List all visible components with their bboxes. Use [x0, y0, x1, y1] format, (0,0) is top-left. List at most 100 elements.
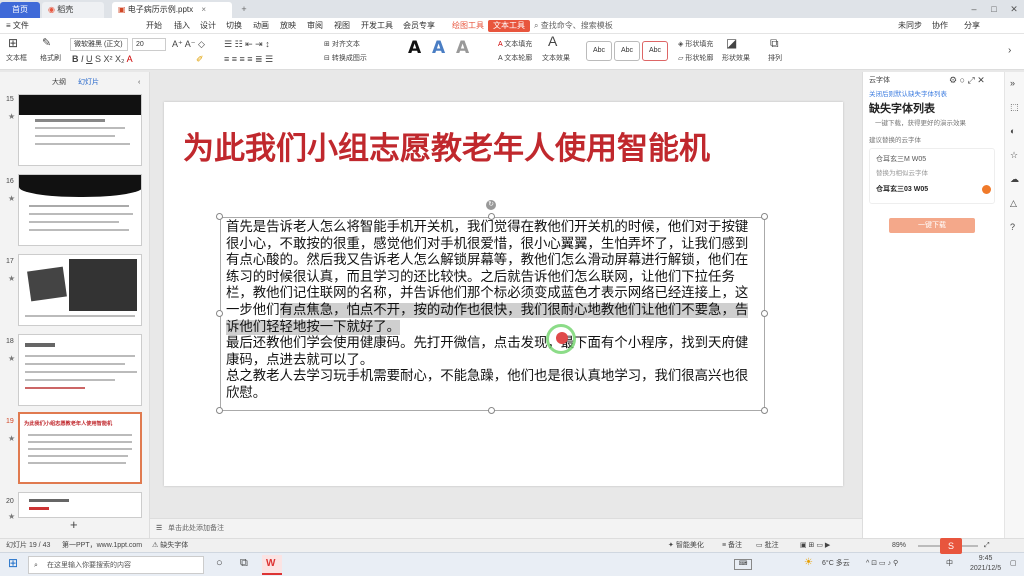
- slide-thumbnail-19-selected[interactable]: 为此我们小组志愿教老年人使用智能机: [18, 412, 142, 484]
- text-style-black[interactable]: A: [408, 38, 421, 58]
- weather-text[interactable]: 6°C 多云: [822, 559, 850, 569]
- close-tab-icon[interactable]: ×: [201, 5, 206, 14]
- animation-icon[interactable]: ☆: [1010, 150, 1018, 160]
- font-size-select[interactable]: 20: [132, 38, 166, 51]
- arrange-button[interactable]: 排列: [768, 54, 782, 64]
- resize-handle[interactable]: [488, 213, 495, 220]
- tab-daoke[interactable]: ◉ 稻壳: [42, 2, 104, 18]
- text-fill-button[interactable]: A 文本填充: [498, 40, 532, 50]
- view-mode-icons[interactable]: ▣ ⊞ ▭ ▶: [800, 541, 830, 551]
- comments-toggle[interactable]: ▭ 批注: [756, 541, 779, 551]
- sync-status[interactable]: 未同步: [898, 20, 922, 32]
- menu-drawing-tools[interactable]: 绘图工具: [452, 20, 484, 32]
- shape-style-3[interactable]: Abc: [642, 41, 668, 61]
- add-slide-button[interactable]: +: [70, 518, 78, 531]
- menu-home[interactable]: 开始: [146, 20, 162, 32]
- tab-home[interactable]: 首页: [0, 2, 40, 18]
- resize-handle[interactable]: [216, 407, 223, 414]
- slide-thumbnail-15[interactable]: [18, 94, 142, 166]
- menu-text-tools[interactable]: 文本工具: [488, 20, 530, 32]
- menu-devtools[interactable]: 开发工具: [361, 20, 393, 32]
- style-icon[interactable]: ◐: [1010, 126, 1015, 136]
- download-all-button[interactable]: 一键下载: [889, 218, 975, 233]
- backup-icon[interactable]: ☁: [1010, 174, 1019, 184]
- slide-thumbnail-16[interactable]: [18, 174, 142, 246]
- convert-smartart-button[interactable]: ⊟ 转换成图示: [324, 54, 367, 64]
- list-buttons[interactable]: ☰ ☷ ⇤ ⇥ ↕: [224, 39, 270, 49]
- ribbon-more-icon[interactable]: ›: [1008, 46, 1011, 56]
- close-window-icon[interactable]: ✕: [1008, 3, 1020, 15]
- beautify-button[interactable]: ✦ 智能美化: [668, 541, 704, 551]
- align-text-button[interactable]: ⊞ 对齐文本: [324, 40, 360, 50]
- zoom-level[interactable]: 89%: [892, 541, 906, 551]
- resize-handle[interactable]: [216, 213, 223, 220]
- select-icon[interactable]: ⬚: [1010, 102, 1019, 112]
- resize-handle[interactable]: [216, 310, 223, 317]
- menu-animation[interactable]: 动画: [253, 20, 269, 32]
- sidebar-collapse-icon[interactable]: »: [1010, 78, 1015, 88]
- share-button[interactable]: 分享: [964, 20, 980, 32]
- text-style-gray[interactable]: A: [456, 38, 469, 58]
- task-view-icon[interactable]: ⧉: [240, 558, 248, 569]
- shape-effect-button[interactable]: 形状效果: [722, 54, 750, 64]
- wps-taskbar-icon[interactable]: W: [262, 555, 282, 575]
- shape-fill-button[interactable]: ◈ 形状填充: [678, 40, 713, 50]
- menu-design[interactable]: 设计: [200, 20, 216, 32]
- notes-placeholder[interactable]: 单击此处添加备注: [168, 524, 224, 534]
- command-search[interactable]: ⌕ 查找命令、搜索模板: [534, 20, 613, 32]
- resize-handle[interactable]: [488, 407, 495, 414]
- font-grow-icon[interactable]: A⁺ A⁻ ◇: [172, 39, 205, 49]
- minimize-icon[interactable]: –: [968, 3, 980, 15]
- notes-toggle[interactable]: ≡ 备注: [722, 541, 742, 551]
- body-text[interactable]: 首先是告诉老人怎么将智能手机开关机，我们觉得在教他们开关机的时候，他们对于按键很…: [226, 220, 752, 403]
- arrange-icon[interactable]: ⧉: [770, 37, 779, 49]
- font-name-select[interactable]: 微软雅黑 (正文): [70, 38, 128, 51]
- slide-thumbnail-18[interactable]: [18, 334, 142, 406]
- notification-icon[interactable]: ▢: [1010, 559, 1017, 569]
- input-language[interactable]: 中: [946, 559, 953, 569]
- maximize-icon[interactable]: □: [988, 3, 1000, 15]
- keyboard-icon[interactable]: ⌨: [734, 559, 752, 570]
- font-style-group[interactable]: B I U S X² X₂ A: [72, 54, 133, 64]
- help-icon[interactable]: ?: [1010, 222, 1015, 232]
- format-painter-icon[interactable]: ✎: [42, 38, 51, 49]
- slides-tab[interactable]: 幻灯片: [78, 78, 99, 88]
- menu-insert[interactable]: 插入: [174, 20, 190, 32]
- menu-file[interactable]: ≡ 文件: [6, 20, 29, 32]
- menu-view[interactable]: 视图: [334, 20, 350, 32]
- shape-outline-button[interactable]: ▱ 形状轮廓: [678, 54, 713, 64]
- menu-review[interactable]: 审阅: [307, 20, 323, 32]
- align-buttons[interactable]: ≡ ≡ ≡ ≡ ≣ ☰: [224, 54, 273, 64]
- menu-slideshow[interactable]: 放映: [280, 20, 296, 32]
- text-outline-button[interactable]: A 文本轮廓: [498, 54, 532, 64]
- resize-handle[interactable]: [761, 213, 768, 220]
- resize-handle[interactable]: [761, 407, 768, 414]
- tab-document[interactable]: ▣ 电子病历示例.pptx ×: [112, 2, 232, 18]
- missing-font-status[interactable]: ⚠ 缺失字体: [152, 541, 188, 551]
- taskbar-search-box[interactable]: ⌕ 在这里输入你要搜索的内容: [28, 556, 204, 574]
- slide-thumbnail-20[interactable]: [18, 492, 142, 518]
- windows-start-icon[interactable]: ⊞: [8, 557, 18, 569]
- rotate-handle-icon[interactable]: ↻: [486, 200, 496, 210]
- shape-effect-icon[interactable]: ◪: [726, 37, 737, 49]
- slide-title[interactable]: 为此我们小组志愿教老年人使用智能机: [183, 123, 710, 168]
- resize-handle[interactable]: [761, 310, 768, 317]
- tray-icons[interactable]: ^ ⊡ ▭ ♪ ⚲: [866, 559, 898, 569]
- highlight-icon[interactable]: ✐: [196, 54, 204, 64]
- shape-style-2[interactable]: Abc: [614, 41, 640, 61]
- panel-header-icons[interactable]: ⚙ ○ ⤢ ✕: [949, 75, 985, 85]
- cortana-icon[interactable]: ○: [216, 558, 223, 569]
- text-effect-button[interactable]: 文本效果: [542, 54, 570, 64]
- textbox-icon[interactable]: ⊞: [8, 37, 18, 49]
- default-list-link[interactable]: 关闭后则默认缺失字体列表: [869, 90, 947, 100]
- notes-pane[interactable]: ☰ 单击此处添加备注: [150, 518, 862, 538]
- sogou-ime-icon[interactable]: S: [940, 538, 962, 554]
- panel-collapse-icon[interactable]: ‹: [138, 78, 140, 88]
- format-painter-button[interactable]: 格式刷: [40, 54, 61, 64]
- fit-window-icon[interactable]: ⤢: [984, 541, 990, 551]
- collaborate-button[interactable]: 协作: [932, 20, 948, 32]
- text-effect-icon[interactable]: A: [548, 34, 557, 48]
- shape-icon[interactable]: △: [1010, 198, 1017, 208]
- new-tab-icon[interactable]: +: [238, 3, 250, 15]
- shape-style-1[interactable]: Abc: [586, 41, 612, 61]
